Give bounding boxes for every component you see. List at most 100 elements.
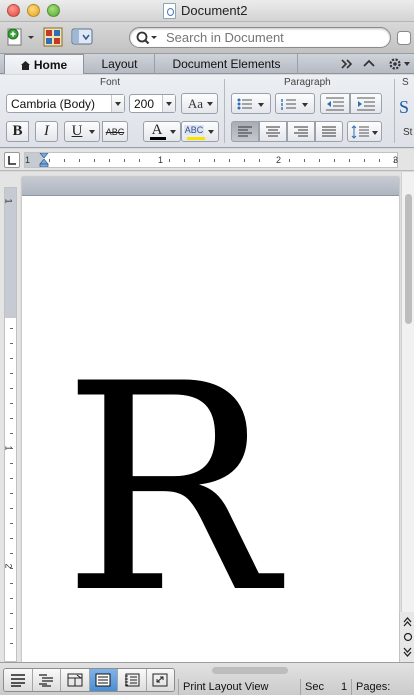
vertical-scroll-thumb[interactable] bbox=[405, 194, 412, 324]
horizontal-ruler[interactable]: 1 1 2 3 bbox=[24, 152, 398, 168]
status-bar: Print Layout View Sec 1 Pages: bbox=[0, 662, 414, 695]
previous-page-button[interactable] bbox=[402, 615, 413, 629]
align-center-button[interactable] bbox=[259, 121, 287, 142]
collapse-ribbon-chevron-icon[interactable] bbox=[362, 57, 376, 71]
ruler-tick bbox=[199, 159, 200, 162]
publishing-layout-view-button[interactable] bbox=[61, 669, 90, 691]
ruler-number: 2 bbox=[276, 155, 282, 165]
sidebar-icon bbox=[71, 28, 93, 45]
search-field[interactable] bbox=[129, 27, 391, 48]
new-document-button[interactable] bbox=[4, 25, 38, 49]
ruler-tick bbox=[10, 403, 13, 404]
ribbon-settings-gear-icon[interactable] bbox=[386, 56, 412, 72]
toolbar-collapse-icon[interactable] bbox=[397, 31, 411, 45]
bold-button[interactable]: B bbox=[6, 121, 29, 142]
notebook-layout-view-button[interactable] bbox=[118, 669, 147, 691]
highlight-label: ABC bbox=[183, 125, 205, 135]
outline-view-icon bbox=[39, 674, 54, 687]
styles-gallery-preview[interactable]: S bbox=[399, 97, 409, 118]
font-color-button[interactable]: A bbox=[143, 121, 181, 142]
more-tabs-chevron-icon[interactable] bbox=[340, 57, 354, 71]
gallery-grid-icon bbox=[43, 27, 63, 47]
current-view-label: Print Layout View bbox=[178, 679, 298, 695]
section-label: Sec bbox=[305, 681, 324, 693]
increase-indent-button[interactable] bbox=[350, 93, 382, 114]
group-divider bbox=[224, 79, 225, 143]
document-page[interactable]: R bbox=[22, 177, 399, 662]
line-spacing-button[interactable] bbox=[347, 121, 382, 142]
paragraph-group-title: Paragraph bbox=[284, 77, 331, 88]
align-left-button[interactable] bbox=[231, 121, 259, 142]
close-window-button[interactable] bbox=[7, 4, 20, 17]
decrease-indent-button[interactable] bbox=[320, 93, 350, 114]
chevron-down-icon[interactable] bbox=[111, 95, 124, 112]
header-area[interactable] bbox=[22, 177, 399, 196]
document-proxy-icon[interactable] bbox=[163, 3, 176, 19]
tab-layout[interactable]: Layout bbox=[85, 54, 155, 74]
font-name-select[interactable]: Cambria (Body) bbox=[6, 94, 125, 113]
sidebar-toggle-button[interactable] bbox=[70, 25, 94, 49]
search-input[interactable] bbox=[166, 30, 376, 45]
ruler-tick bbox=[10, 613, 13, 614]
view-switcher bbox=[3, 668, 175, 692]
font-size-select[interactable]: 200 bbox=[129, 94, 176, 113]
indent-marker-icon[interactable] bbox=[39, 153, 49, 167]
italic-button[interactable]: I bbox=[35, 121, 58, 142]
chevron-down-icon bbox=[170, 130, 176, 134]
increase-indent-icon bbox=[357, 97, 375, 110]
styles-gallery-caption: St bbox=[403, 127, 413, 138]
outline-view-button[interactable] bbox=[32, 669, 61, 691]
vertical-scrollbar[interactable] bbox=[401, 172, 414, 662]
group-divider bbox=[394, 79, 395, 143]
ruler-tick bbox=[10, 433, 13, 434]
numbering-button[interactable] bbox=[275, 93, 315, 114]
tab-document-elements[interactable]: Document Elements bbox=[156, 54, 298, 74]
full-screen-view-button[interactable] bbox=[146, 669, 174, 691]
chevron-down-icon bbox=[89, 130, 95, 134]
zoom-window-button[interactable] bbox=[47, 4, 60, 17]
print-layout-view-button[interactable] bbox=[89, 669, 118, 691]
chevron-down-icon[interactable] bbox=[162, 95, 175, 112]
draft-view-button[interactable] bbox=[4, 669, 33, 691]
double-down-arrow-icon bbox=[403, 647, 412, 657]
minimize-window-button[interactable] bbox=[27, 4, 40, 17]
standard-toolbar bbox=[0, 22, 414, 54]
browse-object-button[interactable] bbox=[402, 630, 413, 644]
align-right-icon bbox=[294, 126, 308, 136]
highlight-button[interactable]: ABC bbox=[181, 121, 219, 142]
horizontal-scroll-thumb[interactable] bbox=[212, 667, 288, 674]
change-case-button[interactable]: Aa bbox=[181, 93, 218, 114]
ruler-tick bbox=[10, 643, 13, 644]
ruler-tick bbox=[214, 159, 215, 162]
tab-stop-selector[interactable] bbox=[4, 152, 20, 168]
ruler-tick bbox=[10, 523, 13, 524]
full-screen-icon bbox=[152, 673, 168, 687]
justify-button[interactable] bbox=[315, 121, 343, 142]
tab-home[interactable]: Home bbox=[4, 54, 84, 74]
publishing-view-icon bbox=[67, 673, 83, 687]
ruler-tick bbox=[10, 568, 13, 569]
ruler-tick bbox=[79, 159, 80, 162]
ribbon-home-panel: Font Paragraph S Cambria (Body) 200 Aa B… bbox=[0, 75, 414, 148]
underline-button[interactable]: U bbox=[64, 121, 100, 142]
ruler-tick bbox=[229, 159, 230, 162]
bullets-button[interactable] bbox=[231, 93, 271, 114]
justify-icon bbox=[322, 126, 336, 136]
ruler-tick bbox=[64, 159, 65, 162]
align-right-button[interactable] bbox=[287, 121, 315, 142]
ruler-tick bbox=[10, 583, 13, 584]
font-color-swatch bbox=[150, 137, 166, 140]
font-group-title: Font bbox=[100, 77, 121, 88]
next-page-button[interactable] bbox=[402, 645, 413, 659]
search-icon[interactable] bbox=[136, 31, 158, 45]
home-icon bbox=[20, 61, 30, 70]
ruler-tick bbox=[379, 159, 380, 162]
document-text[interactable]: R bbox=[62, 347, 277, 633]
template-gallery-button[interactable] bbox=[42, 25, 64, 49]
strikethrough-button[interactable]: ABC bbox=[102, 121, 128, 142]
ruler-tick bbox=[10, 628, 13, 629]
browse-circle-icon bbox=[403, 632, 412, 642]
bullet-list-icon bbox=[237, 98, 264, 109]
ruler-tick bbox=[184, 159, 185, 162]
vertical-ruler[interactable]: 1 1 2 bbox=[4, 187, 17, 662]
